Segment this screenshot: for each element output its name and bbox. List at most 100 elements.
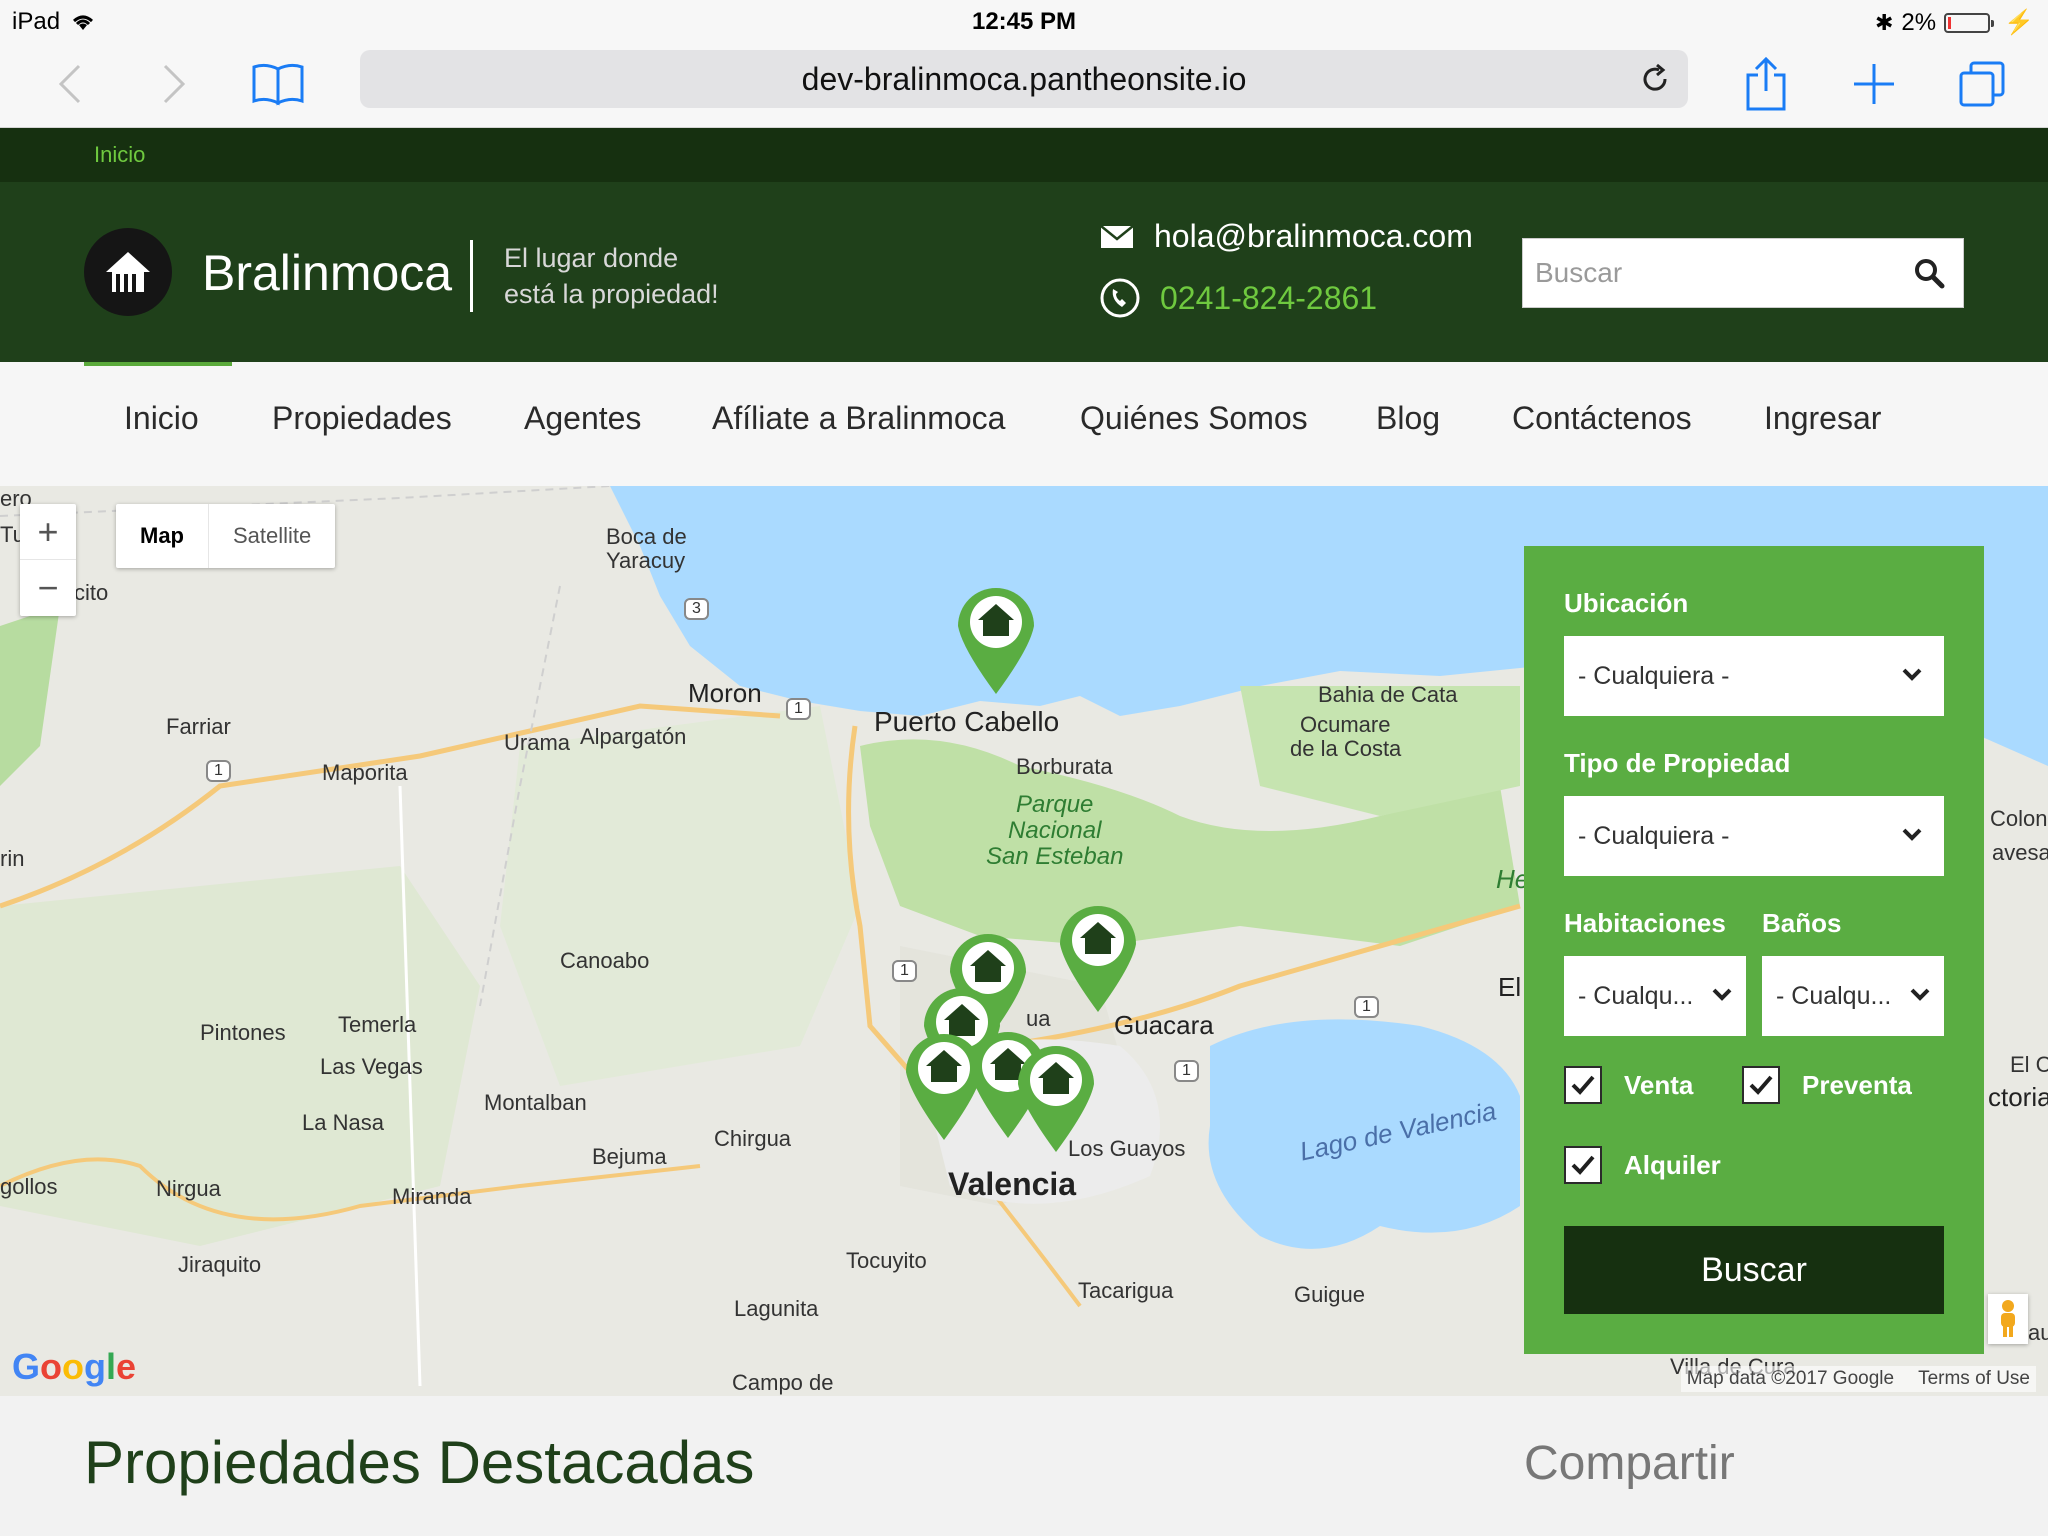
site-header: Bralinmoca El lugar donde está la propie… (0, 182, 2048, 362)
top-home-link[interactable]: Inicio (94, 142, 145, 168)
route-shield: 3 (684, 598, 709, 620)
map-footer: Map data ©2017 Google Terms of Use (1680, 1366, 2036, 1392)
alquiler-label: Alquiler (1624, 1149, 1721, 1180)
chevron-down-icon (1712, 988, 1732, 1001)
browser-toolbar: dev-bralinmoca.pantheonsite.io (0, 40, 2048, 128)
map-label: El C (2010, 1052, 2048, 1077)
map-type-control: Map Satellite (116, 504, 336, 568)
email-text: hola@bralinmoca.com (1154, 218, 1473, 254)
bluetooth-icon: ✱ (1874, 9, 1894, 35)
nav-item-propiedades[interactable]: Propiedades (272, 400, 452, 437)
route-shield: 1 (1354, 996, 1379, 1018)
search-filter-panel: Ubicación - Cualquiera - Tipo de Propied… (1524, 546, 1984, 1354)
map-label: Jiraquito (178, 1252, 262, 1277)
share-icon[interactable] (1736, 54, 1796, 114)
map-label: El (1498, 972, 1522, 1002)
search-icon[interactable] (1911, 255, 1949, 293)
battery-percent: 2% (1901, 8, 1937, 36)
phone-text: 0241-824-2861 (1160, 279, 1378, 316)
location-select[interactable]: - Cualquiera - (1564, 636, 1944, 716)
route-shield: 1 (786, 698, 811, 720)
brand-name[interactable]: Bralinmoca (202, 244, 452, 302)
map-label: Moron (688, 678, 762, 708)
map-label: Canoabo (560, 948, 650, 973)
map-label: rin (0, 846, 25, 871)
route-shield: 1 (1174, 1060, 1199, 1082)
forward-icon[interactable] (144, 54, 204, 114)
share-title: Compartir (1524, 1437, 1735, 1490)
preventa-checkbox[interactable]: Preventa (1742, 1066, 1912, 1104)
rooms-select-value: - Cualqu... (1578, 981, 1694, 1010)
nav-item-inicio[interactable]: Inicio (124, 400, 199, 437)
search-submit-button[interactable]: Buscar (1564, 1226, 1944, 1314)
map-type-map-button[interactable]: Map (116, 504, 209, 568)
map-data-credit: Map data ©2017 Google (1686, 1368, 1895, 1389)
map-label: ctoria (1988, 1082, 2048, 1112)
zoom-out-button[interactable]: − (20, 560, 76, 616)
nav-item-blog[interactable]: Blog (1376, 400, 1440, 437)
back-icon[interactable] (40, 54, 100, 114)
main-nav: Inicio Propiedades Agentes Afíliate a Br… (0, 362, 2048, 486)
park-label-line: Parque (1016, 791, 1094, 818)
tagline-line-1: El lugar donde (504, 243, 679, 273)
nav-item-agentes[interactable]: Agentes (524, 400, 641, 437)
envelope-icon (1100, 224, 1134, 248)
bookmarks-icon[interactable] (248, 54, 308, 114)
map-label: cito (74, 580, 109, 605)
baths-select[interactable]: - Cualqu... (1762, 956, 1944, 1036)
map-label: Maporita (322, 760, 408, 785)
property-marker-icon[interactable] (902, 1028, 986, 1142)
property-type-label: Tipo de Propiedad (1564, 748, 1791, 778)
zoom-in-button[interactable]: + (20, 504, 76, 560)
venta-checkbox[interactable]: Venta (1564, 1066, 1693, 1104)
property-marker-icon[interactable] (1056, 900, 1140, 1014)
map-label: Yaracuy (606, 548, 686, 573)
nav-item-ingresar[interactable]: Ingresar (1764, 400, 1881, 437)
reload-icon[interactable] (1634, 58, 1676, 100)
map-label: Tacarigua (1078, 1278, 1174, 1303)
map-label: Pintones (200, 1020, 286, 1045)
nav-item-quienes-somos[interactable]: Quiénes Somos (1080, 400, 1308, 437)
park-label: Parque Nacional San Esteban (986, 792, 1123, 870)
house-logo-icon (106, 252, 150, 292)
url-bar[interactable]: dev-bralinmoca.pantheonsite.io (360, 50, 1688, 108)
terms-link[interactable]: Terms of Use (1918, 1368, 2030, 1390)
street-view-pegman-icon[interactable] (1988, 1294, 2028, 1344)
phone-icon (1100, 278, 1140, 318)
checkbox-checked-icon (1564, 1066, 1602, 1104)
header-divider (470, 240, 473, 312)
map-label: Guacara (1114, 1010, 1214, 1040)
url-text: dev-bralinmoca.pantheonsite.io (801, 60, 1247, 97)
rooms-select[interactable]: - Cualqu... (1564, 956, 1746, 1036)
map-type-satellite-button[interactable]: Satellite (209, 504, 335, 568)
map-label: avesac (1992, 840, 2048, 865)
search-input[interactable] (1535, 249, 1895, 297)
property-marker-icon[interactable] (954, 582, 1038, 696)
property-type-select[interactable]: - Cualquiera - (1564, 796, 1944, 876)
status-right: ✱ 2% ⚡ (1875, 8, 2034, 37)
checkbox-checked-icon (1742, 1066, 1780, 1104)
venta-label: Venta (1624, 1069, 1694, 1100)
map-label: Bahia de Cata (1318, 682, 1458, 707)
logo[interactable] (84, 228, 172, 316)
contact-phone[interactable]: 0241-824-2861 (1100, 278, 1377, 318)
top-strip: Inicio (0, 128, 2048, 182)
chevron-down-icon (1902, 828, 1922, 841)
checkbox-checked-icon (1564, 1146, 1602, 1184)
map-label: Boca de (606, 524, 687, 549)
preventa-label: Preventa (1802, 1069, 1912, 1100)
baths-label: Baños (1762, 908, 1842, 938)
location-select-value: - Cualquiera - (1578, 661, 1730, 690)
nav-item-afiliate[interactable]: Afíliate a Bralinmoca (712, 400, 1005, 437)
charging-icon: ⚡ (2004, 9, 2034, 36)
tabs-icon[interactable] (1952, 54, 2012, 114)
route-shield: 1 (892, 960, 917, 982)
clock: 12:45 PM (971, 8, 1077, 35)
new-tab-icon[interactable] (1844, 54, 1904, 114)
property-marker-icon[interactable] (1014, 1040, 1098, 1154)
google-logo: Google (12, 1346, 137, 1387)
zoom-control: + − (20, 504, 76, 616)
contact-email[interactable]: hola@bralinmoca.com (1100, 218, 1473, 255)
alquiler-checkbox[interactable]: Alquiler (1564, 1146, 1721, 1184)
nav-item-contactenos[interactable]: Contáctenos (1512, 400, 1692, 437)
